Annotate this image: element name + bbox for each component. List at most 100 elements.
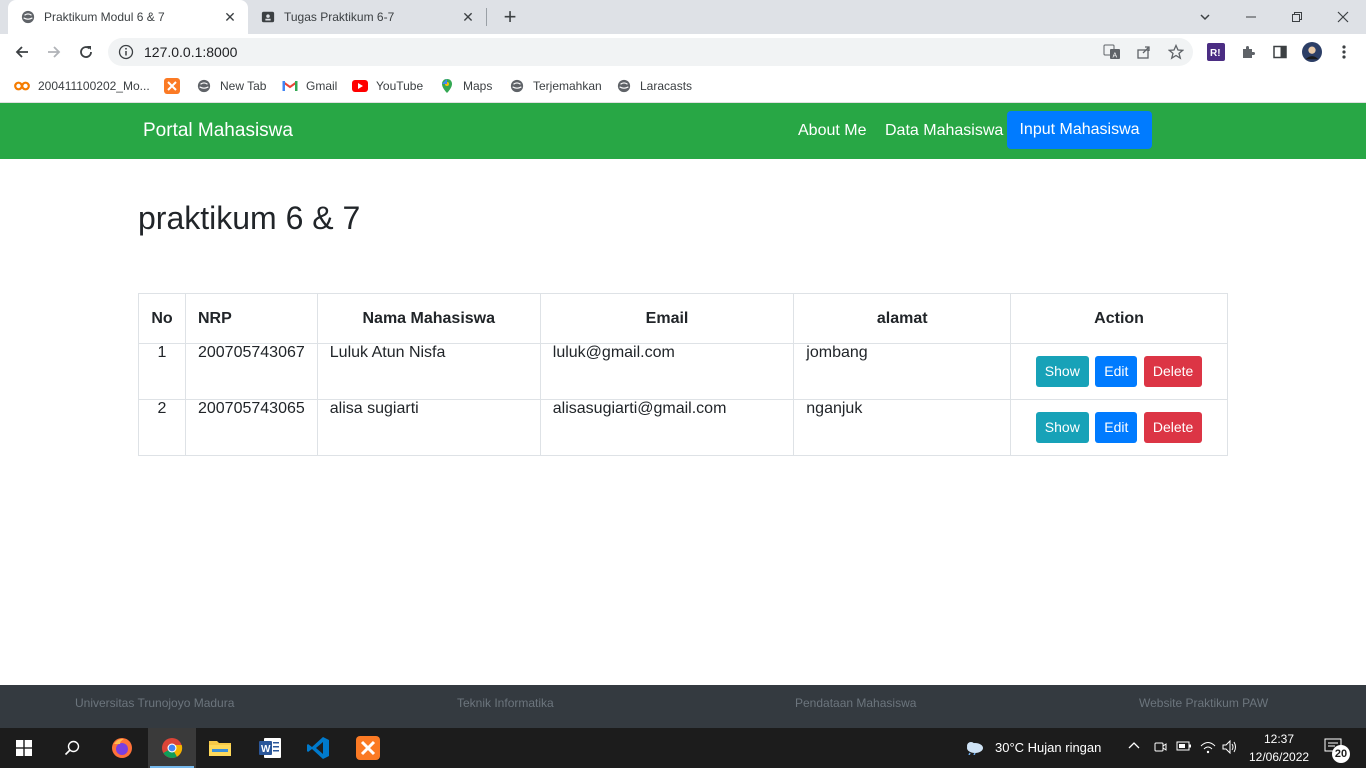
translate-icon[interactable]: A — [1102, 42, 1122, 62]
search-icon[interactable] — [48, 728, 96, 768]
youtube-icon — [352, 78, 368, 94]
extensions-puzzle-icon[interactable] — [1238, 42, 1258, 62]
delete-button[interactable]: Delete — [1143, 356, 1203, 387]
firefox-icon[interactable] — [98, 728, 146, 768]
close-window-button[interactable] — [1320, 0, 1366, 34]
footer-department: Teknik Informatika — [457, 696, 554, 710]
bookmark-item[interactable]: Laracasts — [616, 76, 692, 96]
browser-toolbar: 127.0.0.1:8000 A R! — [0, 34, 1366, 70]
co-icon — [14, 78, 30, 94]
file-explorer-icon[interactable] — [196, 728, 244, 768]
tab-tugas-praktikum[interactable]: Tugas Praktikum 6-7 ✕ — [250, 0, 486, 34]
maps-icon — [439, 78, 455, 94]
cell-nrp: 200705743065 — [184, 399, 318, 456]
header-email: Email — [539, 293, 795, 344]
mahasiswa-table: No NRP Nama Mahasiswa Email alamat Actio… — [138, 293, 1228, 456]
globe-icon — [509, 78, 525, 94]
bookmarks-bar: 200411100202_Mo... New Tab Gmail YouTube… — [0, 70, 1366, 103]
chevron-up-icon[interactable] — [1128, 739, 1140, 755]
footer-website: Website Praktikum PAW — [1139, 696, 1269, 710]
address-bar[interactable]: 127.0.0.1:8000 — [108, 38, 1193, 66]
menu-dots-icon[interactable] — [1334, 42, 1354, 62]
url-text: 127.0.0.1:8000 — [144, 44, 238, 60]
header-action: Action — [1010, 293, 1228, 344]
bookmark-item[interactable]: Gmail — [282, 76, 337, 96]
svg-text:A: A — [1113, 53, 1118, 60]
cell-no: 1 — [138, 343, 186, 400]
battery-icon[interactable] — [1176, 740, 1192, 755]
globe-icon — [616, 78, 632, 94]
site-brand[interactable]: Portal Mahasiswa — [143, 120, 293, 142]
reload-button[interactable] — [72, 38, 100, 66]
bookmark-item[interactable]: YouTube — [352, 76, 423, 96]
table-row: 2 200705743065 alisa sugiarti alisasugia… — [138, 399, 1228, 456]
cell-alamat: nganjuk — [793, 399, 1012, 456]
tab-separator — [486, 8, 487, 26]
minimize-button[interactable] — [1228, 0, 1274, 34]
tab-title: Tugas Praktikum 6-7 — [284, 10, 395, 24]
cell-email: alisasugiarti@gmail.com — [539, 399, 795, 456]
nav-about-me[interactable]: About Me — [798, 122, 866, 140]
weather-text[interactable]: 30°C Hujan ringan — [995, 740, 1101, 755]
meet-now-icon[interactable] — [1153, 740, 1167, 757]
bookmark-item[interactable] — [164, 76, 188, 96]
extension-r-icon[interactable]: R! — [1206, 42, 1226, 62]
gmail-icon — [282, 78, 298, 94]
tab-praktikum-modul[interactable]: Praktikum Modul 6 & 7 ✕ — [8, 0, 248, 34]
forward-button[interactable] — [40, 38, 68, 66]
close-icon[interactable]: ✕ — [460, 9, 476, 25]
header-no: No — [138, 293, 186, 344]
word-icon[interactable]: W — [246, 728, 294, 768]
bookmark-item[interactable]: New Tab — [196, 76, 266, 96]
share-icon[interactable] — [1134, 42, 1154, 62]
clock-date[interactable]: 12/06/2022 — [1249, 750, 1309, 764]
clock-time[interactable]: 12:37 — [1264, 732, 1294, 746]
side-panel-icon[interactable] — [1270, 42, 1290, 62]
footer-university: Universitas Trunojoyo Madura — [75, 696, 235, 710]
xampp-icon[interactable] — [344, 728, 392, 768]
bookmark-item[interactable]: Terjemahkan — [509, 76, 602, 96]
cell-no: 2 — [138, 399, 186, 456]
footer-purpose: Pendataan Mahasiswa — [795, 696, 917, 710]
header-alamat: alamat — [793, 293, 1012, 344]
edit-button[interactable]: Edit — [1095, 356, 1138, 387]
globe-icon — [20, 9, 36, 25]
bookmark-item[interactable]: Maps — [439, 76, 492, 96]
cell-email: luluk@gmail.com — [539, 343, 795, 400]
weather-icon[interactable] — [963, 739, 985, 758]
nav-data-mahasiswa[interactable]: Data Mahasiswa — [885, 122, 1003, 140]
volume-icon[interactable] — [1222, 739, 1238, 757]
chrome-icon[interactable] — [148, 728, 196, 768]
header-nama: Nama Mahasiswa — [316, 293, 541, 344]
site-info-icon[interactable] — [118, 44, 134, 60]
cell-alamat: jombang — [793, 343, 1012, 400]
new-tab-button[interactable]: + — [498, 4, 522, 29]
svg-text:R!: R! — [1210, 48, 1221, 59]
back-button[interactable] — [8, 38, 36, 66]
windows-taskbar: W 30°C Hujan ringan 12:37 12/06/2022 20 — [0, 728, 1366, 768]
nav-input-mahasiswa-button[interactable]: Input Mahasiswa — [1007, 111, 1152, 149]
wifi-icon[interactable] — [1200, 740, 1216, 757]
browser-tab-strip: Praktikum Modul 6 & 7 ✕ Tugas Praktikum … — [0, 0, 1366, 34]
restore-button[interactable] — [1274, 0, 1320, 34]
close-icon[interactable]: ✕ — [222, 9, 238, 25]
tab-search-icon[interactable] — [1182, 0, 1228, 34]
cell-nama: alisa sugiarti — [316, 399, 541, 456]
table-header-row: No NRP Nama Mahasiswa Email alamat Actio… — [138, 293, 1228, 344]
cell-nama: Luluk Atun Nisfa — [316, 343, 541, 400]
edit-button[interactable]: Edit — [1095, 412, 1138, 443]
bookmark-star-icon[interactable] — [1166, 42, 1186, 62]
bookmark-item[interactable]: 200411100202_Mo... — [14, 76, 150, 96]
globe-icon — [196, 78, 212, 94]
profile-avatar[interactable] — [1302, 42, 1322, 62]
show-button[interactable]: Show — [1035, 356, 1089, 387]
delete-button[interactable]: Delete — [1143, 412, 1203, 443]
cell-nrp: 200705743067 — [184, 343, 318, 400]
vscode-icon[interactable] — [294, 728, 342, 768]
site-footer: Universitas Trunojoyo Madura Teknik Info… — [0, 685, 1366, 728]
show-button[interactable]: Show — [1035, 412, 1089, 443]
svg-text:W: W — [261, 744, 271, 755]
xampp-icon — [164, 78, 180, 94]
start-button[interactable] — [0, 728, 48, 768]
tab-title: Praktikum Modul 6 & 7 — [44, 10, 165, 24]
